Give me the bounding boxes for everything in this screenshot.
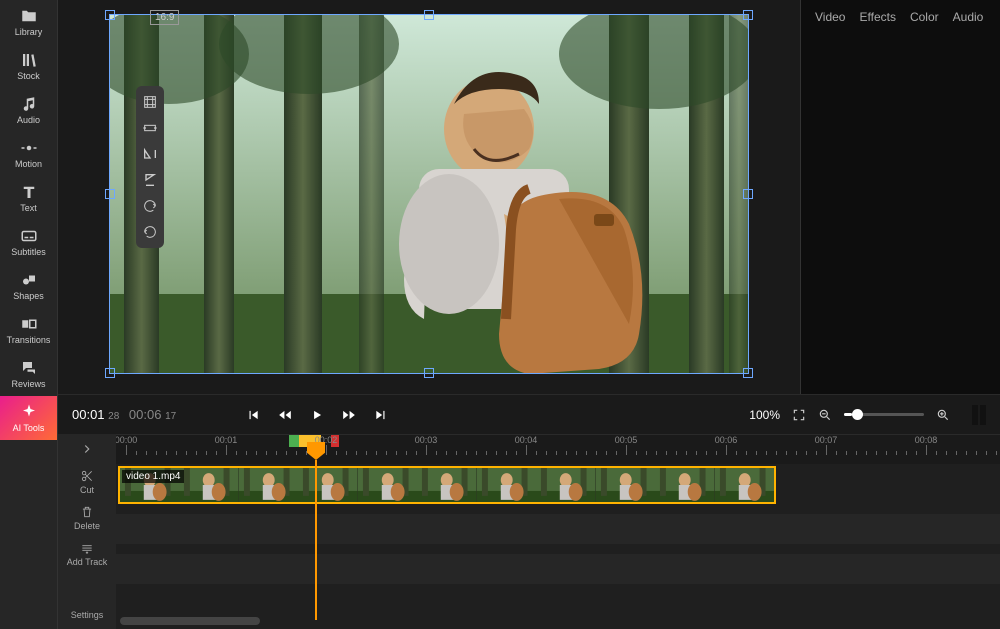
- sidebar-label: Shapes: [13, 291, 44, 301]
- flip-h-button[interactable]: [137, 142, 163, 166]
- sidebar-label: Subtitles: [11, 247, 46, 257]
- add-track-button[interactable]: Add Track: [58, 536, 116, 572]
- duration-frame: 17: [165, 411, 176, 422]
- chat-icon: [20, 359, 38, 377]
- forward-button[interactable]: [342, 408, 356, 422]
- cut-button[interactable]: Cut: [58, 464, 116, 500]
- music-icon: [20, 95, 38, 113]
- rotate-cw-button[interactable]: [137, 194, 163, 218]
- clip-label: video 1.mp4: [122, 470, 184, 483]
- flip-v-button[interactable]: [137, 168, 163, 192]
- tab-audio[interactable]: Audio: [953, 10, 984, 24]
- timeline-tracks[interactable]: video 1.mp4: [116, 464, 1000, 629]
- goto-end-button[interactable]: [374, 408, 388, 422]
- sidebar-label: Library: [15, 27, 43, 37]
- current-time: 00:01: [72, 407, 105, 422]
- sidebar-label: AI Tools: [13, 423, 45, 433]
- collapse-button[interactable]: [58, 434, 116, 464]
- delete-button[interactable]: Delete: [58, 500, 116, 536]
- motion-icon: [20, 139, 38, 157]
- timeline-clip[interactable]: video 1.mp4: [118, 466, 776, 504]
- empty-track-1[interactable]: [116, 514, 1000, 544]
- timecode: 00:01 28 00:06 17: [72, 407, 176, 422]
- empty-track-2[interactable]: [116, 554, 1000, 584]
- play-button[interactable]: [310, 408, 324, 422]
- levels-icon: [972, 405, 986, 425]
- sidebar-item-motion[interactable]: Motion: [0, 132, 57, 176]
- crop-button[interactable]: [137, 116, 163, 140]
- sidebar-item-shapes[interactable]: Shapes: [0, 264, 57, 308]
- subtitles-icon: [20, 227, 38, 245]
- sidebar-item-subtitles[interactable]: Subtitles: [0, 220, 57, 264]
- rotate-ccw-button[interactable]: [137, 220, 163, 244]
- books-icon: [20, 51, 38, 69]
- tab-video[interactable]: Video: [815, 10, 845, 24]
- fit-button[interactable]: [137, 90, 163, 114]
- sidebar-label: Audio: [17, 115, 40, 125]
- zoom-slider[interactable]: [844, 413, 924, 416]
- sidebar-item-audio[interactable]: Audio: [0, 88, 57, 132]
- fullscreen-button[interactable]: [792, 408, 806, 422]
- horizontal-scrollbar[interactable]: [120, 617, 260, 625]
- sidebar-item-text[interactable]: Text: [0, 176, 57, 220]
- text-icon: [20, 183, 38, 201]
- sidebar-item-transitions[interactable]: Transitions: [0, 308, 57, 352]
- sidebar-item-stock[interactable]: Stock: [0, 44, 57, 88]
- goto-start-button[interactable]: [246, 408, 260, 422]
- current-frame: 28: [108, 411, 119, 422]
- timeline-ruler[interactable]: 00:0000:0100:0200:0300:0400:0500:0600:07…: [116, 434, 1000, 464]
- playback-bar: 00:01 28 00:06 17 100%: [58, 394, 1000, 434]
- sidebar-item-library[interactable]: Library: [0, 0, 57, 44]
- shapes-icon: [20, 271, 38, 289]
- transform-toolbar: [136, 86, 164, 248]
- transitions-icon: [20, 315, 38, 333]
- sidebar-label: Transitions: [7, 335, 51, 345]
- tab-effects[interactable]: Effects: [859, 10, 895, 24]
- preview-canvas[interactable]: [109, 14, 749, 374]
- zoom-in-button[interactable]: [936, 408, 950, 422]
- duration: 00:06: [129, 407, 162, 422]
- sidebar-item-ai-tools[interactable]: AI Tools: [0, 396, 57, 440]
- sidebar-label: Text: [20, 203, 37, 213]
- sparkle-icon: [20, 403, 38, 421]
- sidebar-item-reviews[interactable]: Reviews: [0, 352, 57, 396]
- sidebar-label: Reviews: [11, 379, 45, 389]
- tab-color[interactable]: Color: [910, 10, 939, 24]
- sidebar-label: Stock: [17, 71, 40, 81]
- aspect-ratio-badge[interactable]: 16:9: [150, 10, 179, 25]
- zoom-out-button[interactable]: [818, 408, 832, 422]
- rewind-button[interactable]: [278, 408, 292, 422]
- settings-button[interactable]: Settings: [58, 601, 116, 629]
- folder-icon: [20, 7, 38, 25]
- sidebar-label: Motion: [15, 159, 42, 169]
- properties-panel: Video Effects Color Audio: [800, 0, 1000, 394]
- zoom-level: 100%: [749, 408, 780, 422]
- preview-area: 16:9: [58, 0, 800, 394]
